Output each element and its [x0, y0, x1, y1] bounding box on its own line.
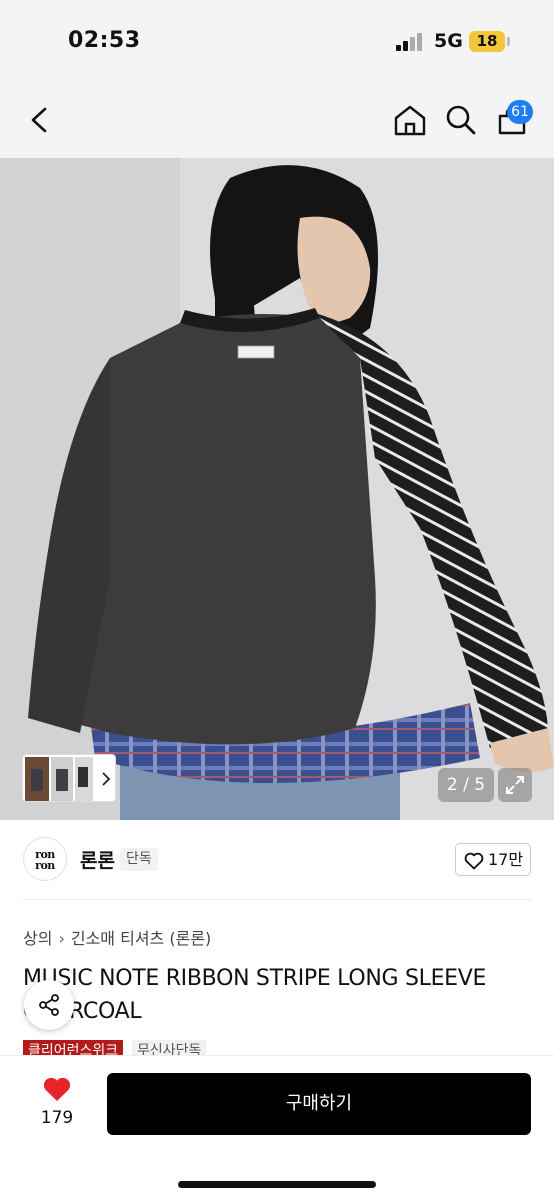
- network-type: 5G: [434, 30, 463, 52]
- brand-like-button[interactable]: 17만: [455, 843, 531, 876]
- brand-logo[interactable]: ron ron: [23, 837, 67, 881]
- share-button[interactable]: [24, 980, 74, 1030]
- chevron-right-icon: ›: [58, 929, 65, 948]
- buy-button[interactable]: 구매하기: [107, 1073, 531, 1135]
- battery-tip: [507, 37, 510, 46]
- cart-count-badge: 61: [507, 100, 533, 124]
- product-title: MUSIC NOTE RIBBON STRIPE LONG SLEEVE CHA…: [23, 966, 487, 1024]
- top-nav: [0, 80, 554, 158]
- chevron-left-icon[interactable]: [28, 106, 50, 134]
- product-detail-page: 02:53 5G 18 61 2 / 5 ron ron 론론 단독 17만 상…: [0, 0, 554, 1200]
- status-bar: 02:53 5G 18: [0, 0, 554, 80]
- battery-icon: 18: [469, 31, 505, 52]
- expand-button[interactable]: [498, 768, 532, 802]
- expand-icon: [506, 776, 524, 794]
- brand-logo-text-2: ron: [35, 859, 55, 872]
- gallery-thumbnail-strip[interactable]: [22, 754, 116, 802]
- chevron-right-icon: [102, 772, 111, 786]
- home-indicator: [178, 1181, 376, 1188]
- breadcrumb-subcategory[interactable]: 긴소매 티셔츠 (론론): [71, 929, 211, 948]
- product-image[interactable]: [0, 158, 554, 820]
- gallery-page-indicator: 2 / 5: [438, 768, 494, 802]
- heart-outline-icon: [464, 852, 484, 870]
- breadcrumb-category[interactable]: 상의: [23, 929, 52, 948]
- brand-name[interactable]: 론론: [80, 846, 115, 873]
- brand-exclusive-tag: 단독: [120, 848, 158, 871]
- signal-icon: [396, 33, 426, 51]
- brand-like-count: 17만: [488, 850, 524, 869]
- search-icon[interactable]: [445, 104, 477, 136]
- status-time: 02:53: [68, 28, 141, 53]
- divider: [22, 899, 532, 900]
- share-icon: [39, 994, 59, 1016]
- home-icon[interactable]: [393, 104, 427, 136]
- heart-filled-icon[interactable]: [42, 1076, 72, 1103]
- product-photo: [0, 158, 554, 820]
- wish-count: 179: [40, 1108, 74, 1128]
- breadcrumb: 상의 › 긴소매 티셔츠 (론론): [23, 925, 211, 949]
